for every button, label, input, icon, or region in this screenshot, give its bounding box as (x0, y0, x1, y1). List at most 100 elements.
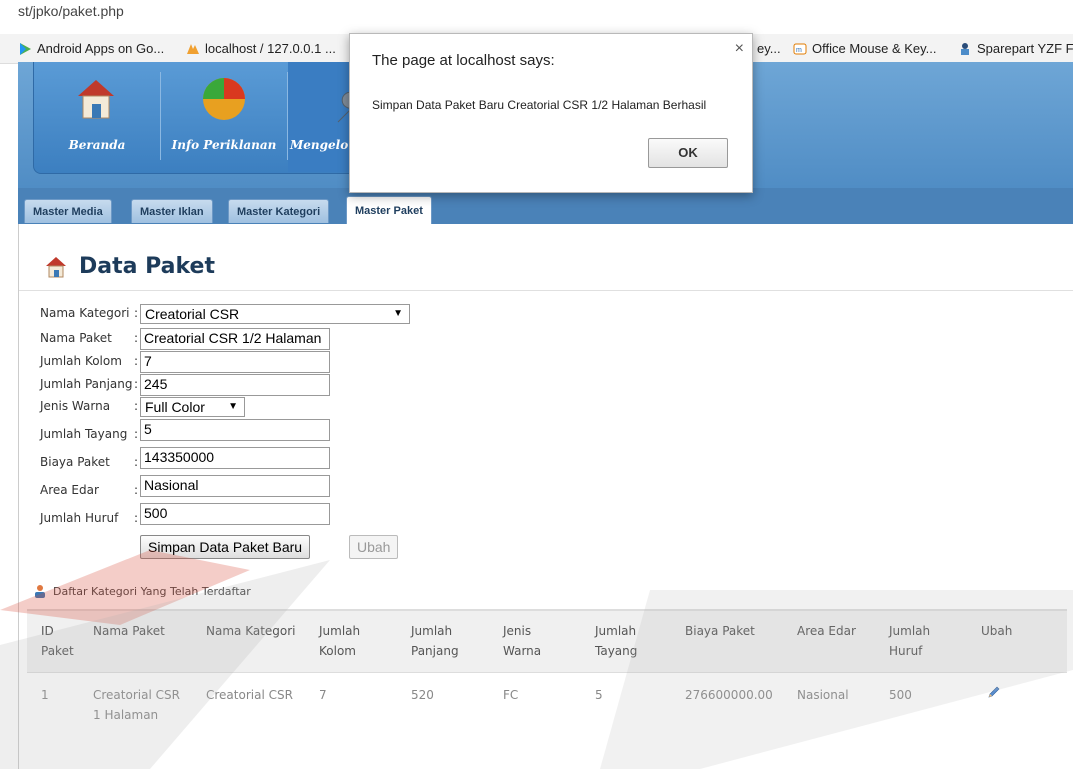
jumlah-panjang-input[interactable]: 245 (140, 374, 330, 396)
field-colon: : (134, 427, 139, 441)
address-bar[interactable]: st/jpko/paket.php (0, 0, 1073, 22)
page-title-text: Data Paket (79, 254, 215, 279)
close-icon[interactable]: × (735, 40, 744, 58)
field-colon: : (134, 399, 139, 413)
header-text: Jenis (503, 624, 532, 638)
field-colon: : (134, 511, 139, 525)
url-text: st/jpko/paket.php (18, 3, 124, 19)
svg-text:m: m (796, 47, 802, 54)
bookmark-sparepart[interactable]: Sparepart YZF F (958, 41, 1073, 56)
list-title: Daftar Kategori Yang Telah Terdaftar (53, 584, 251, 598)
field-colon: : (134, 354, 139, 368)
nav-label: Beranda (68, 138, 126, 152)
bookmark-partial[interactable]: ey... (757, 41, 781, 56)
header-text: Paket (41, 644, 74, 658)
col-nama-paket: Nama Paket (93, 621, 165, 641)
field-label: Nama Paket (40, 331, 112, 345)
chevron-down-icon: ▼ (393, 308, 403, 319)
main-content: Data Paket Nama Kategori : Creatorial CS… (18, 224, 1073, 769)
cell-area-edar: Nasional (797, 688, 849, 702)
biaya-paket-input[interactable]: 143350000 (140, 447, 330, 469)
divider (19, 290, 1073, 291)
col-biaya-paket: Biaya Paket (685, 621, 755, 641)
col-jumlah-panjang: Jumlah Panjang (411, 621, 459, 661)
header-text: Jumlah (889, 624, 931, 638)
jumlah-kolom-input[interactable]: 7 (140, 351, 330, 373)
cell-nama-paket: Creatorial CSR 1 Halaman (93, 685, 180, 725)
field-label: Jumlah Tayang (40, 427, 128, 441)
bookmark-android-apps[interactable]: Android Apps on Go... (18, 41, 164, 56)
header-text: Jumlah (411, 624, 453, 638)
cell-jumlah-tayang: 5 (595, 688, 603, 702)
col-nama-kategori: Nama Kategori (206, 621, 296, 641)
col-jumlah-tayang: Jumlah Tayang (595, 621, 637, 661)
field-label: Biaya Paket (40, 455, 110, 469)
cell-text: Creatorial CSR (93, 688, 180, 702)
area-edar-input[interactable]: Nasional (140, 475, 330, 497)
tab-master-iklan[interactable]: Master Iklan (131, 199, 213, 223)
tab-master-paket[interactable]: Master Paket (346, 196, 432, 224)
main-nav: Beranda Info Periklanan Mengelo (33, 62, 373, 174)
cell-nama-kategori: Creatorial CSR (206, 688, 293, 702)
pencil-icon[interactable] (987, 685, 1001, 699)
header-text: Tayang (595, 644, 638, 658)
cell-jumlah-kolom: 7 (319, 688, 327, 702)
dialog-message: Simpan Data Paket Baru Creatorial CSR 1/… (372, 98, 707, 112)
tab-bar: Master Media Master Iklan Master Kategor… (18, 188, 1073, 224)
nama-paket-input[interactable]: Creatorial CSR 1/2 Halaman (140, 328, 330, 350)
chevron-down-icon: ▼ (228, 401, 238, 412)
field-colon: : (134, 455, 139, 469)
bookmark-label: Office Mouse & Key... (812, 41, 937, 56)
bookmark-label: ey... (757, 41, 781, 56)
save-button[interactable]: Simpan Data Paket Baru (140, 535, 311, 559)
header-text: Area Edar (797, 624, 856, 638)
bookmark-label: Android Apps on Go... (37, 41, 165, 56)
field-label: Area Edar (40, 483, 99, 497)
field-label: Jumlah Panjang (40, 377, 133, 391)
cell-biaya-paket: 276600000.00 (685, 688, 773, 702)
cell-jenis-warna: FC (503, 688, 519, 702)
select-value: Creatorial CSR (145, 306, 240, 322)
cell-text: 1 Halaman (93, 708, 159, 722)
jumlah-tayang-input[interactable]: 5 (140, 419, 330, 441)
col-id-paket: ID Paket (41, 621, 74, 661)
tab-master-media[interactable]: Master Media (24, 199, 112, 223)
dialog-title: The page at localhost says: (372, 52, 555, 69)
header-text: Panjang (411, 644, 459, 658)
phpmyadmin-icon (187, 43, 199, 54)
pie-chart-icon (203, 78, 245, 120)
bookmark-label: Sparepart YZF F (977, 41, 1073, 56)
field-label: Jumlah Huruf (40, 511, 119, 525)
nav-item-info-periklanan[interactable]: Info Periklanan (161, 62, 287, 172)
page-title: Data Paket (45, 254, 215, 279)
jenis-warna-select[interactable]: Full Color ▼ (140, 397, 245, 417)
bookmark-label: localhost / 127.0.0.1 ... (205, 41, 336, 56)
header-text: Biaya Paket (685, 624, 755, 638)
home-icon (46, 256, 66, 277)
home-icon (78, 80, 114, 119)
ok-button[interactable]: OK (648, 138, 728, 168)
cell-id: 1 (41, 688, 49, 702)
bookmark-office-mouse[interactable]: m Office Mouse & Key... (793, 41, 937, 56)
jumlah-huruf-input[interactable]: 500 (140, 503, 330, 525)
user-icon (35, 585, 45, 598)
header-text: Ubah (981, 624, 1013, 638)
field-colon: : (134, 331, 139, 345)
field-colon: : (134, 306, 139, 320)
select-value: Full Color (145, 399, 205, 415)
header-text: Nama Kategori (206, 624, 296, 638)
alert-dialog: The page at localhost says: × Simpan Dat… (349, 33, 753, 193)
field-colon: : (134, 377, 139, 391)
cell-jumlah-huruf: 500 (889, 688, 912, 702)
tab-master-kategori[interactable]: Master Kategori (228, 199, 330, 223)
header-text: Warna (503, 644, 542, 658)
field-label: Jumlah Kolom (40, 354, 122, 368)
edit-button[interactable]: Ubah (349, 535, 399, 559)
bookmark-localhost[interactable]: localhost / 127.0.0.1 ... (186, 41, 336, 56)
header-text: Huruf (889, 644, 923, 658)
col-ubah: Ubah (981, 621, 1012, 641)
nama-kategori-select[interactable]: Creatorial CSR ▼ (140, 304, 410, 324)
nav-item-beranda[interactable]: Beranda (34, 62, 160, 172)
col-area-edar: Area Edar (797, 621, 856, 641)
nav-label: Info Periklanan (171, 138, 277, 152)
